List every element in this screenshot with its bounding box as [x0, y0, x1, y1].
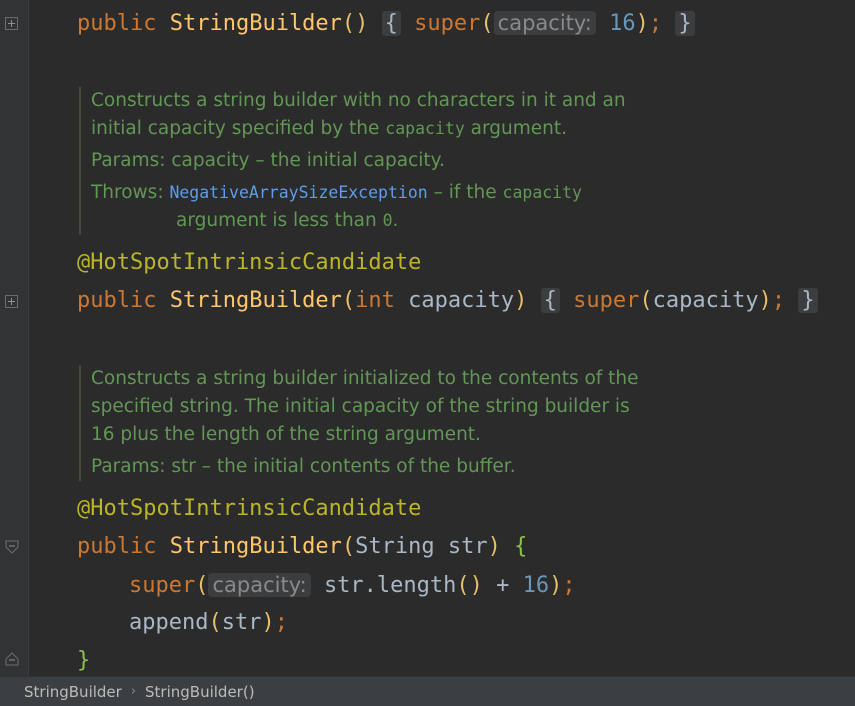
- folded-block[interactable]: {: [540, 288, 560, 313]
- fold-expand-icon[interactable]: [5, 17, 18, 30]
- code-line-close[interactable]: }: [77, 646, 90, 676]
- breadcrumb: StringBuilder › StringBuilder(): [0, 676, 855, 706]
- code-line-append[interactable]: append(str);: [129, 608, 288, 638]
- javadoc-block-2: Constructs a string builder initialized …: [79, 365, 639, 481]
- folded-block-end[interactable]: }: [798, 288, 818, 313]
- fold-end-icon[interactable]: [5, 652, 19, 666]
- parameter-hint: capacity:: [493, 11, 596, 35]
- editor-gutter: [0, 0, 28, 676]
- code-line-ctor3[interactable]: public StringBuilder(String str) {: [77, 532, 527, 562]
- code-line-super[interactable]: super(capacity: str.length() + 16);: [129, 570, 576, 600]
- code-line-ctor1[interactable]: public StringBuilder() { super(capacity:…: [77, 8, 695, 38]
- annotation-1[interactable]: @HotSpotIntrinsicCandidate: [77, 248, 421, 278]
- fold-collapse-icon[interactable]: [5, 540, 19, 554]
- exception-link[interactable]: NegativeArraySizeException: [169, 183, 427, 202]
- chevron-right-icon: ›: [130, 684, 137, 699]
- code-line-ctor2[interactable]: public StringBuilder(int capacity) { sup…: [77, 286, 818, 316]
- javadoc-block-1: Constructs a string builder with no char…: [79, 87, 626, 235]
- breadcrumb-item-method[interactable]: StringBuilder(): [145, 683, 255, 701]
- folded-block-end[interactable]: }: [675, 11, 695, 36]
- folded-block[interactable]: {: [381, 11, 401, 36]
- gutter-divider: [28, 0, 29, 676]
- fold-expand-icon[interactable]: [5, 295, 18, 308]
- breadcrumb-item-class[interactable]: StringBuilder: [24, 683, 122, 701]
- annotation-2[interactable]: @HotSpotIntrinsicCandidate: [77, 494, 421, 524]
- parameter-hint: capacity:: [208, 573, 311, 597]
